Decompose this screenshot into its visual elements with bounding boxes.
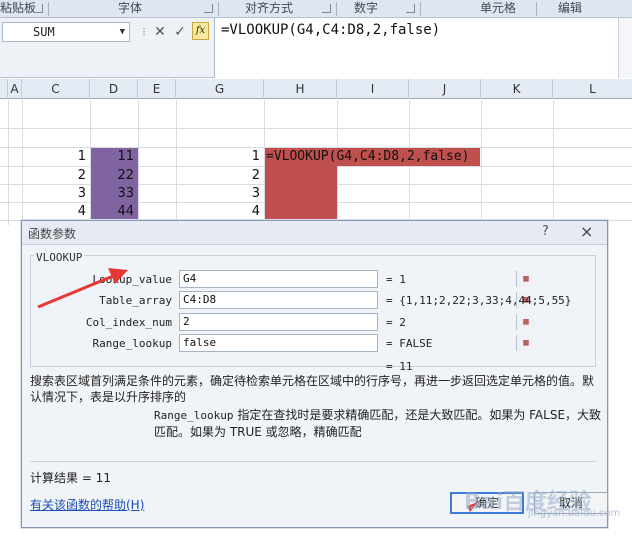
watermark-subtext: jingyan.baidu.com — [528, 508, 621, 519]
annotation-arrow-icon — [37, 268, 478, 512]
